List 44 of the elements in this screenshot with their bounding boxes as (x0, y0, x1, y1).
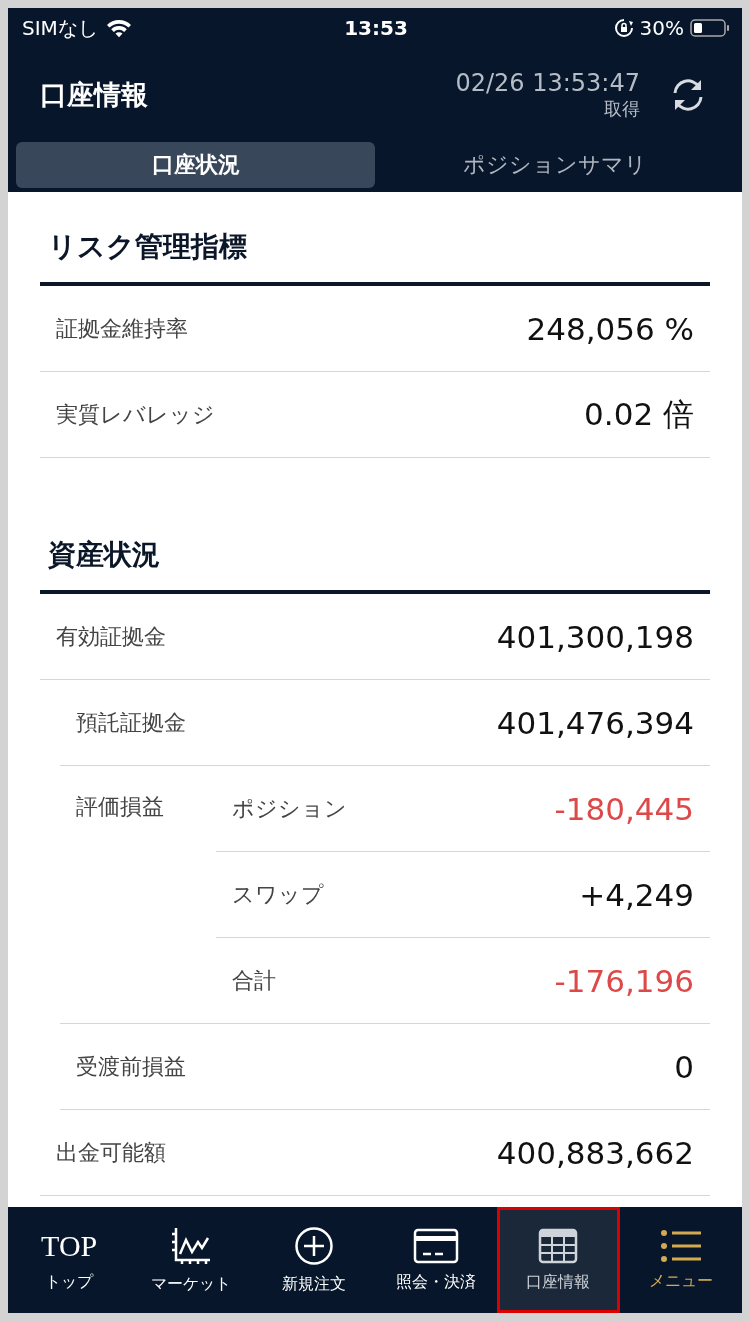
tab[interactable]: 口座状況 (16, 142, 375, 188)
table-icon (538, 1227, 579, 1264)
row-label: 実質レバレッジ (56, 400, 215, 429)
row-label: 出金可能額 (56, 1138, 166, 1167)
carrier-label: SIMなし (22, 14, 98, 42)
row-label: 受渡前損益 (75, 1052, 186, 1081)
row-label: 有効証拠金 (56, 622, 166, 651)
row-value: 400,883,662 (496, 1134, 694, 1171)
row-label: スワップ (232, 880, 324, 909)
battery-icon (690, 18, 730, 38)
nav-item[interactable]: 新規注文 (252, 1207, 375, 1313)
row-label: 証拠金維持率 (56, 314, 188, 343)
menu-icon (659, 1228, 702, 1263)
nav-item[interactable]: 口座情報 (497, 1207, 620, 1313)
row-value: -180,445 (554, 790, 694, 827)
row-label: 預託証拠金 (75, 708, 186, 737)
timestamp-label: 取得 (604, 97, 640, 121)
row-label: 合計 (232, 966, 276, 995)
timestamp: 02/26 13:53:47 (455, 69, 640, 97)
nav-item[interactable]: メニュー (619, 1207, 742, 1313)
row-value: 0 (674, 1048, 694, 1085)
top-icon: TOP (41, 1227, 98, 1264)
nav-item[interactable]: TOP トップ (8, 1207, 131, 1313)
rotation-lock-icon (613, 18, 634, 38)
row-value: 0.02 倍 (584, 394, 694, 434)
plus-circle-icon (293, 1225, 334, 1266)
wifi-icon (105, 18, 132, 38)
battery-percent: 30% (639, 16, 684, 40)
card-icon (413, 1227, 460, 1264)
section-heading: リスク管理指標 (40, 210, 710, 286)
row-value: -176,196 (554, 962, 694, 999)
clock-time: 13:53 (344, 16, 408, 40)
page-title: 口座情報 (40, 78, 148, 112)
row-value: 248,056 % (526, 310, 694, 347)
row-value: 401,476,394 (496, 704, 694, 741)
row-label: ポジション (232, 794, 347, 823)
row-label: 評価損益 (75, 793, 165, 821)
tab[interactable]: ポジションサマリ (375, 142, 734, 188)
row-value: +4,249 (579, 876, 694, 913)
nav-item[interactable]: 照会・決済 (375, 1207, 498, 1313)
nav-item[interactable]: マーケット (130, 1207, 253, 1313)
chart-icon (170, 1225, 213, 1266)
section-heading: 資産状況 (40, 518, 710, 594)
row-value: 401,300,198 (496, 618, 694, 655)
